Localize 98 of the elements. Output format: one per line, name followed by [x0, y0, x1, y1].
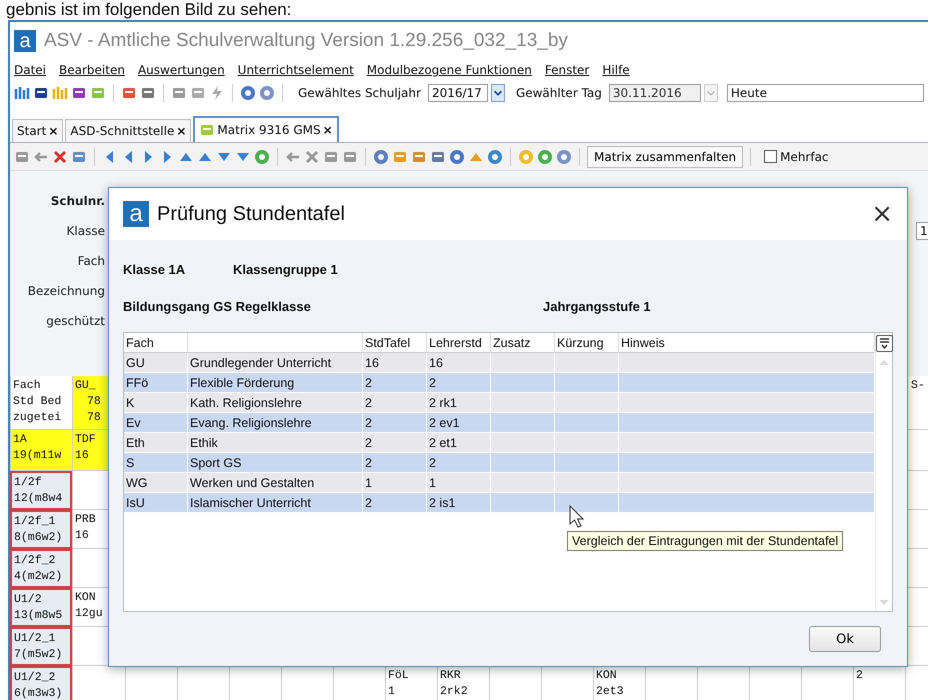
form-label: Schulnr.: [50, 194, 105, 208]
klasse-field[interactable]: 1: [916, 222, 928, 240]
menu-item[interactable]: Modulbezogene Funktionen: [366, 63, 532, 77]
table-cell: [491, 493, 555, 513]
table-cell: K: [124, 393, 188, 413]
lightning-icon[interactable]: [209, 85, 225, 101]
table-cell: 2: [363, 433, 427, 453]
tab[interactable]: Start ×: [12, 119, 64, 142]
caption-text: gebnis ist im folgenden Bild zu sehen:: [5, 0, 292, 20]
table-cell: [555, 493, 619, 513]
table-cell: 2: [427, 373, 491, 393]
table-cell: 2: [427, 453, 491, 473]
table-cell: 16: [427, 353, 491, 373]
tooltip: Vergleich der Eintragungen mit der Stundentafel: [567, 531, 844, 551]
bars-icon[interactable]: [14, 85, 30, 101]
table-cell: [555, 373, 619, 393]
table-cell: [491, 413, 555, 433]
menu-item[interactable]: Auswertungen: [138, 63, 225, 77]
table-cell: [555, 393, 619, 413]
table-cell: [491, 433, 555, 453]
class-cell: 1/2f_2 4(m2w2): [10, 549, 72, 588]
table-cell: Eth: [124, 433, 188, 453]
dialog-title: Prüfung Stundentafel: [157, 202, 346, 226]
table-cell: [491, 353, 555, 373]
tab[interactable]: ASD-Schnittstelle ×: [65, 119, 192, 142]
menu-item[interactable]: Bearbeiten: [59, 63, 125, 77]
table-cell: WG: [124, 473, 188, 493]
table-cell: [555, 413, 619, 433]
table-cell: Islamischer Unterricht: [188, 493, 363, 513]
tag-label: Gewählter Tag: [516, 86, 602, 100]
app-logo: a: [14, 30, 36, 52]
column-menu-icon[interactable]: [876, 335, 892, 352]
matrix-header-cell: Fach Std Bed zugetei: [10, 376, 72, 430]
table-cell: FFö: [124, 373, 188, 393]
table-cell: Ethik: [188, 433, 363, 453]
klasse-text: Klasse 1A: [123, 262, 186, 277]
heute-field[interactable]: Heute: [726, 84, 924, 102]
table-cell: [555, 433, 619, 453]
table-cell: 2 ev1: [427, 413, 491, 433]
mouse-cursor-icon: [569, 505, 585, 529]
table-cell: [491, 453, 555, 473]
table-cell: 2: [363, 373, 427, 393]
table-cell: 2 is1: [427, 493, 491, 513]
jahrgangsstufe-text: Jahrgangsstufe 1: [543, 299, 652, 314]
class-cell: U1/2 13(m8w5: [10, 588, 72, 627]
table-cell: Kath. Religionslehre: [188, 393, 363, 413]
menu-item[interactable]: Datei: [14, 63, 46, 77]
form-label: geschützt: [45, 314, 105, 328]
table-cell: [555, 353, 619, 373]
table-cell: [491, 373, 555, 393]
collapse-matrix-button[interactable]: Matrix zusammenfalten: [587, 146, 744, 168]
table-cell: 2 rk1: [427, 393, 491, 413]
table-cell: 2: [363, 413, 427, 433]
checkbox[interactable]: [764, 150, 778, 163]
bildungsgang-text: Bildungsgang GS Regelklasse: [123, 299, 312, 314]
delete-icon[interactable]: [52, 148, 68, 164]
table-cell: [491, 473, 555, 493]
schuljahr-field[interactable]: 2016/17: [428, 84, 488, 102]
table-cell: Sport GS: [188, 453, 363, 473]
schuljahr-label: Gewähltes Schuljahr: [298, 86, 421, 100]
table-cell: Flexible Förderung: [188, 373, 363, 393]
class-cell: U1/2_1 7(m5w2): [10, 627, 72, 666]
table-cell: Evang. Religionslehre: [188, 413, 363, 433]
menu-item[interactable]: Hilfe: [602, 63, 630, 77]
table-cell: Ev: [124, 413, 188, 433]
dropdown-icon[interactable]: [490, 84, 505, 102]
form-label: Fach: [76, 254, 105, 268]
close-button[interactable]: ×: [871, 199, 893, 229]
checkbox-label: Mehrfac: [780, 150, 829, 164]
ok-button[interactable]: Ok: [809, 626, 881, 652]
table-cell: 16: [363, 353, 427, 373]
table-cell: [555, 453, 619, 473]
menu-item[interactable]: Unterrichtselement: [238, 63, 354, 77]
class-cell: 1/2f_1 8(m6w2): [10, 510, 72, 549]
table-cell: Grundlegender Unterricht: [188, 353, 363, 373]
table-cell: [491, 393, 555, 413]
table-cell: 2: [363, 453, 427, 473]
app-logo: a: [123, 201, 149, 227]
menu-item[interactable]: Fenster: [544, 63, 590, 77]
klassengruppe-text: Klassengruppe 1: [233, 262, 339, 277]
form-label: Bezeichnung: [26, 284, 105, 298]
window-title: ASV - Amtliche Schulverwaltung Version 1.29.256_032_13_by: [44, 30, 568, 52]
table-cell: 2 et1: [427, 433, 491, 453]
table-cell: 1: [427, 473, 491, 493]
table-cell: [555, 473, 619, 493]
table-cell: GU: [124, 353, 188, 373]
table-cell: 2: [363, 493, 427, 513]
class-cell: 1A 19(m11w: [10, 430, 72, 471]
table-cell: 1: [363, 473, 427, 493]
table-cell: IsU: [124, 493, 188, 513]
table-cell: S: [124, 453, 188, 473]
class-cell: U1/2_2 6(m3w3): [10, 666, 72, 700]
table-cell: Werken und Gestalten: [188, 473, 363, 493]
tag-field[interactable]: 30.11.2016: [608, 84, 701, 102]
table-cell: 2: [363, 393, 427, 413]
class-cell: 1/2f 12(m8w4: [10, 471, 72, 510]
tab[interactable]: Matrix 9316 GMS ×: [193, 116, 339, 142]
form-label: Klasse: [66, 224, 105, 238]
